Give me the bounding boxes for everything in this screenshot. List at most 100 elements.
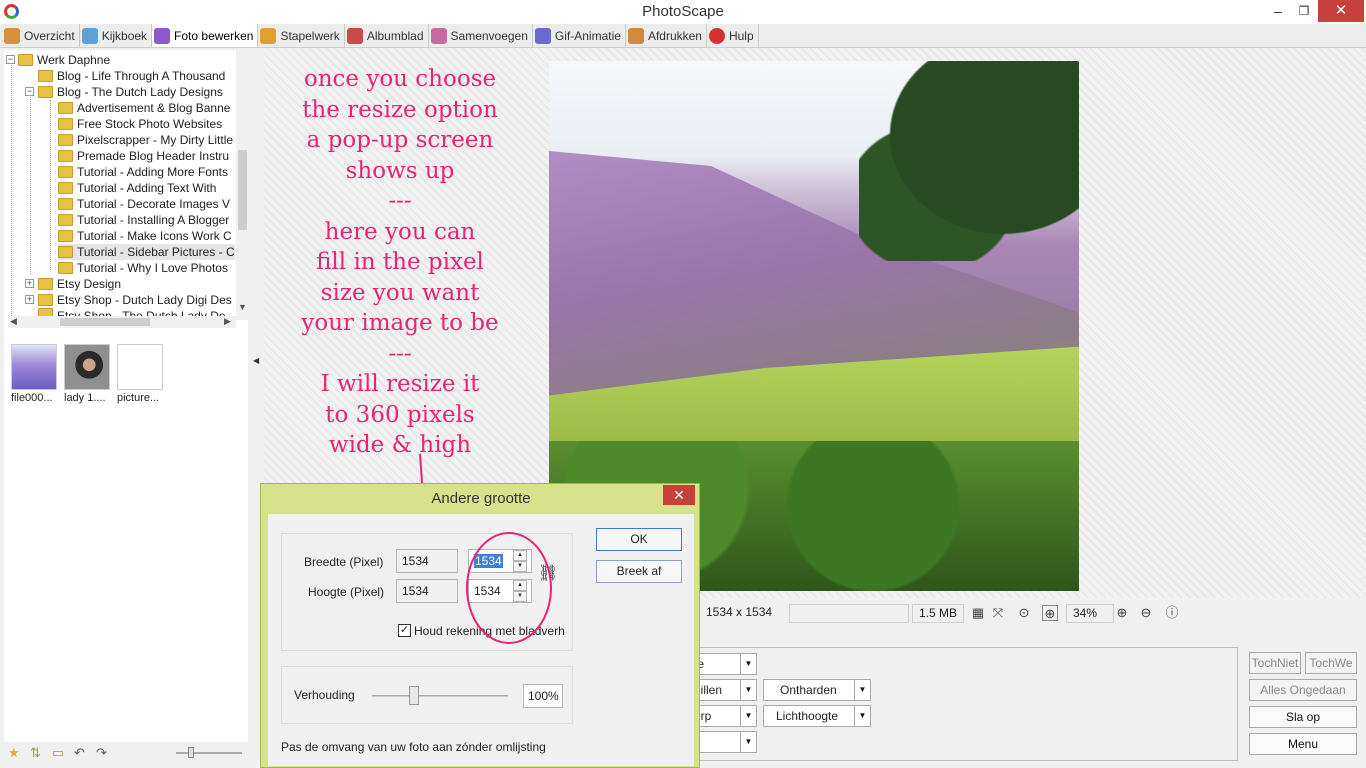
keep-ratio-checkbox[interactable]: ✓ [398, 624, 411, 637]
ok-button[interactable]: OK [596, 528, 682, 551]
tab-stapelwerk[interactable]: Stapelwerk [258, 24, 345, 47]
folder-open-icon[interactable]: ▭ [52, 746, 66, 760]
zoom-out-icon[interactable]: ⊖ [1138, 605, 1154, 621]
scrollbar-thumb[interactable] [238, 150, 247, 230]
dropdown-arrow-icon[interactable]: ▼ [740, 732, 756, 752]
dropdown-arrow-icon[interactable]: ▼ [740, 654, 756, 674]
lichthoogte-combo[interactable]: Lichthoogte ▼ [763, 705, 871, 727]
undo-all-button[interactable]: Alles Ongedaan [1249, 679, 1357, 701]
thumbnail-item[interactable]: picture... [117, 344, 165, 404]
ratio-value-input[interactable]: 100% [523, 684, 563, 708]
tab-hulp[interactable]: Hulp [707, 24, 759, 47]
tree-item[interactable]: Blog - Life Through A Thousand [38, 68, 225, 84]
tree-item-label: Etsy Design [57, 277, 122, 291]
tree-item[interactable]: Pixelscrapper - My Dirty Little [58, 132, 233, 148]
collapse-panel-icon[interactable]: ◀ [253, 356, 259, 365]
tree-item[interactable]: Tutorial - Decorate Images V [58, 196, 230, 212]
tree-item[interactable]: Etsy Shop - Dutch Lady Digi Des [38, 292, 232, 308]
tree-item[interactable]: Blog - The Dutch Lady Designs [38, 84, 223, 100]
thumbnail-item[interactable]: file000... [11, 344, 59, 404]
help-icon [708, 27, 725, 44]
tab-albumblad[interactable]: Albumblad [345, 24, 429, 47]
ontharden-combo[interactable]: Ontharden ▼ [763, 679, 871, 701]
dropdown-arrow-icon[interactable]: ▼ [740, 706, 756, 726]
sort-icon[interactable]: ⇅ [30, 746, 44, 760]
menu-button[interactable]: Menu [1249, 733, 1357, 755]
tree-item[interactable]: Tutorial - Make Icons Work C [58, 228, 232, 244]
tab-overzicht[interactable]: Overzicht [2, 24, 80, 47]
transparency-grid-icon[interactable]: ▦ [970, 605, 986, 621]
expand-icon[interactable]: + [25, 279, 34, 288]
tree-guide-line [11, 62, 12, 322]
title-bar: PhotoScape – ❐ ✕ [0, 0, 1366, 24]
tree-item-selected[interactable]: Tutorial - Sidebar Pictures - C [58, 244, 235, 260]
ratio-slider-knob[interactable] [409, 686, 420, 705]
star-icon[interactable]: ★ [8, 746, 22, 760]
zoom-in-icon[interactable]: ⊕ [1114, 605, 1130, 621]
thumbnail-label: lady 1.... [64, 392, 106, 404]
tab-afdrukken[interactable]: Afdrukken [626, 24, 707, 47]
ratio-slider-track[interactable] [372, 695, 508, 697]
cancel-button[interactable]: Breek af [596, 560, 682, 583]
tab-samenvoegen[interactable]: Samenvoegen [429, 24, 533, 47]
tree-item-label: Tutorial - Make Icons Work C [77, 229, 232, 243]
scroll-down-icon[interactable]: ▼ [238, 302, 247, 312]
tree-item[interactable]: Free Stock Photo Websites [58, 116, 222, 132]
folder-icon [38, 86, 53, 98]
info-icon[interactable]: ⓘ [1164, 605, 1180, 621]
minimize-button[interactable]: – [1264, 0, 1292, 22]
dropdown-arrow-icon[interactable]: ▼ [854, 706, 870, 726]
dialog-close-button[interactable]: ✕ [663, 485, 695, 505]
tab-label: Albumblad [366, 28, 424, 43]
scroll-right-icon[interactable]: ▶ [224, 316, 231, 327]
forward-arrow-icon[interactable]: ↷ [96, 746, 110, 760]
thumbnail-item[interactable]: lady 1.... [64, 344, 112, 404]
tree-item-label: Premade Blog Header Instru [77, 149, 230, 163]
tab-label: Afdrukken [647, 28, 702, 43]
close-button[interactable]: ✕ [1318, 0, 1364, 22]
combo-value: Lichthoogte [776, 709, 839, 723]
fit-screen-icon[interactable]: ⤧ [990, 605, 1006, 621]
tree-item[interactable]: Premade Blog Header Instru [58, 148, 229, 164]
scrollbar-thumb[interactable] [60, 318, 150, 326]
tab-gif-animatie[interactable]: Gif-Animatie [533, 24, 626, 47]
dialog-footer-text: Pas de omvang van uw foto aan zónder oml… [281, 740, 546, 754]
dropdown-arrow-icon[interactable]: ▼ [740, 680, 756, 700]
tree-item[interactable]: Advertisement & Blog Banne [58, 100, 230, 116]
maximize-button[interactable]: ❐ [1290, 0, 1318, 22]
dropdown-arrow-icon[interactable]: ▼ [854, 680, 870, 700]
tab-foto-bewerken[interactable]: Foto bewerken [152, 24, 259, 47]
slider-knob[interactable] [188, 747, 194, 758]
zoom-fit-icon[interactable]: ⊕ [1042, 605, 1058, 621]
back-arrow-icon[interactable]: ↶ [74, 746, 88, 760]
zoom-actual-icon[interactable]: ⊙ [1016, 605, 1032, 621]
tree-item-label: Tutorial - Decorate Images V [77, 197, 230, 211]
tree-item[interactable]: Tutorial - Installing A Blogger [58, 212, 229, 228]
thumbnail-panel: file000... lady 1.... picture... [4, 336, 248, 742]
tab-kijkboek[interactable]: Kijkboek [80, 24, 153, 47]
tree-horizontal-scrollbar[interactable]: ◀ ▶ [8, 316, 236, 328]
tree-guide-line [30, 94, 31, 274]
tree-item[interactable]: Tutorial - Why I Love Photos [58, 260, 228, 276]
tree-item-label: Tutorial - Installing A Blogger [77, 213, 230, 227]
redo-button[interactable]: TochWe [1305, 652, 1357, 674]
tree-item[interactable]: Etsy Design [38, 276, 121, 292]
tree-item-root[interactable]: Werk Daphne [18, 52, 110, 68]
tree-item[interactable]: Tutorial - Adding Text With [58, 180, 216, 196]
tree-item-label: Tutorial - Why I Love Photos [77, 261, 228, 275]
collapse-icon[interactable]: − [25, 87, 34, 96]
tree-item[interactable]: Tutorial - Adding More Fonts [58, 164, 228, 180]
tree-item[interactable]: Etsy Shop - The Dutch Lady De [38, 308, 226, 316]
tree-vertical-scrollbar[interactable]: ▼ [236, 50, 248, 320]
stapelwerk-icon [260, 27, 277, 44]
folder-icon [58, 102, 73, 114]
save-button[interactable]: Sla op [1249, 706, 1357, 728]
folder-tree[interactable]: − Werk Daphne Blog - Life Through A Thou… [4, 50, 248, 362]
collapse-icon[interactable]: − [6, 55, 15, 64]
undo-button[interactable]: TochNiet [1249, 652, 1301, 674]
folder-icon [58, 134, 73, 146]
thumbnail-size-slider[interactable] [176, 747, 242, 758]
image-dimensions: 1534 x 1534 [706, 605, 773, 619]
expand-icon[interactable]: + [25, 295, 34, 304]
scroll-left-icon[interactable]: ◀ [10, 316, 17, 327]
